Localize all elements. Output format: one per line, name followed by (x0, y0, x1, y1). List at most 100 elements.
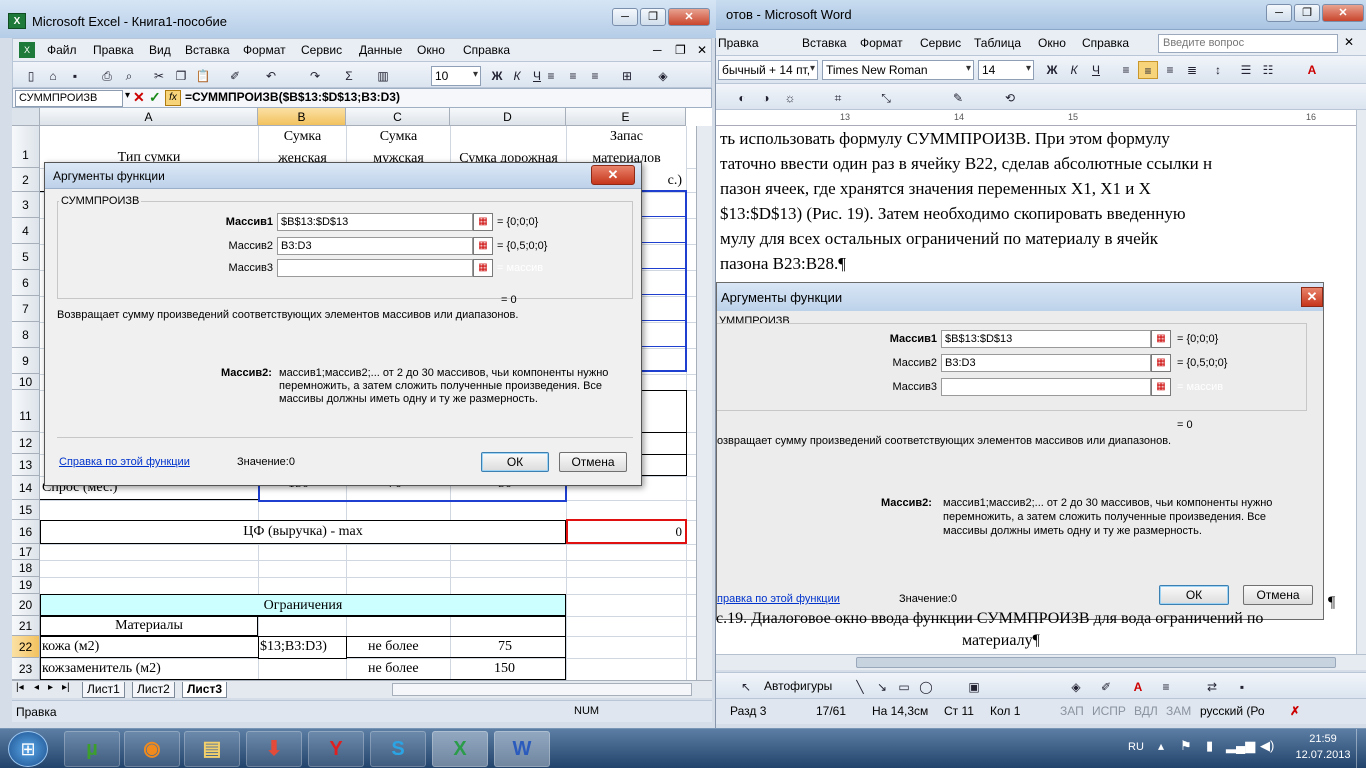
row23-a[interactable]: кожзаменитель (м2) (42, 661, 161, 677)
last-sheet-icon[interactable]: ▸| (62, 682, 70, 693)
text-color-icon[interactable]: A (1128, 678, 1148, 696)
excel-menu-help[interactable]: Справка (463, 43, 510, 57)
font-size-combo[interactable]: 10 (431, 66, 481, 86)
status-track[interactable]: ИСПР (1092, 704, 1126, 718)
row-header[interactable]: 16 (12, 520, 40, 544)
cancel-button[interactable]: Отмена (559, 452, 627, 472)
underline-icon[interactable]: Ч (1086, 61, 1106, 79)
constraints-header[interactable]: Ограничения (40, 594, 566, 616)
excel-menu-file[interactable]: Файл (47, 43, 77, 57)
skype-icon[interactable]: S (370, 731, 426, 767)
row22-d[interactable]: 75 (498, 639, 512, 655)
ask-question-input[interactable]: Введите вопрос (1158, 34, 1338, 53)
justify-icon[interactable]: ≣ (1182, 61, 1202, 79)
sheet-tab-3[interactable]: Лист3 (182, 682, 228, 698)
collapse-dialog-icon[interactable]: ▦ (473, 237, 493, 255)
word-menu-tools[interactable]: Сервис (920, 36, 961, 50)
row16-label-cell[interactable]: ЦФ (выручка) - max (40, 520, 566, 544)
clock-date[interactable]: 12.07.2013 (1292, 749, 1354, 761)
row23-d[interactable]: 150 (494, 661, 515, 677)
chart-icon[interactable]: ▥ (373, 67, 393, 85)
oval-icon[interactable]: ◑ (756, 89, 776, 107)
save-icon[interactable]: ▪ (65, 67, 85, 85)
arg2-input[interactable]: B3:D3 (277, 237, 473, 255)
excel-menu-view[interactable]: Вид (149, 43, 171, 57)
line-spacing-icon[interactable]: ↕ (1208, 61, 1228, 79)
minimize-icon[interactable]: ─ (612, 8, 638, 26)
row-header[interactable]: 23 (12, 658, 40, 680)
first-sheet-icon[interactable]: |◂ (16, 682, 24, 693)
yandex-icon[interactable]: Y (308, 731, 364, 767)
arrow-icon[interactable]: ↘ (872, 678, 892, 696)
column-header-b[interactable]: B (258, 108, 346, 126)
pencil-icon[interactable]: ✎ (948, 89, 968, 107)
font-combo[interactable]: Times New Roman (822, 60, 974, 80)
status-rec[interactable]: ЗАП (1060, 704, 1084, 718)
row-header[interactable]: 15 (12, 500, 40, 520)
utorrent-icon[interactable]: µ (64, 731, 120, 767)
excel-menu-data[interactable]: Данные (359, 43, 402, 57)
collapse-dialog-icon[interactable]: ▦ (473, 213, 493, 231)
grid-vscroll[interactable] (696, 126, 712, 680)
align-center-icon[interactable]: ≡ (1138, 61, 1158, 79)
namebox-dropdown-icon[interactable]: ▾ (125, 90, 130, 101)
bold-icon[interactable]: Ж (487, 67, 507, 85)
excel-menu-insert[interactable]: Вставка (185, 43, 230, 57)
document-page[interactable]: ть использовать формулу СУММПРОИЗВ. При … (716, 126, 1356, 654)
function-help-link[interactable]: Справка по этой функции (59, 456, 190, 468)
minimize-icon[interactable]: ─ (1266, 4, 1292, 22)
row-header[interactable]: 8 (12, 322, 40, 348)
workbook-icon[interactable]: X (19, 42, 35, 58)
resize-icon[interactable]: ⤡ (876, 89, 896, 107)
row22-a[interactable]: кожа (м2) (42, 639, 99, 655)
close-icon[interactable]: ✕ (668, 8, 710, 26)
word-taskbar-icon[interactable]: W (494, 731, 550, 767)
redo-icon[interactable]: ↷ (305, 67, 325, 85)
embedded-dialog-image[interactable]: Аргументы функции ✕ УММПРОИЗВ Массив1 $B… (716, 282, 1324, 620)
tray-expand-icon[interactable]: ▴ (1158, 739, 1164, 753)
doc-close-icon[interactable]: ✕ (697, 43, 707, 57)
align-left-icon[interactable]: ≡ (541, 67, 561, 85)
bold-icon[interactable]: Ж (1042, 61, 1062, 79)
fill-color-icon[interactable]: ◈ (653, 67, 673, 85)
shape-icon[interactable]: ◐ (732, 89, 752, 107)
new-icon[interactable]: ▯ (21, 67, 41, 85)
row-header[interactable]: 7 (12, 296, 40, 322)
next-sheet-icon[interactable]: ▸ (48, 682, 53, 693)
word-menu-help[interactable]: Справка (1082, 36, 1129, 50)
arg1-input[interactable]: $B$13:$D$13 (277, 213, 473, 231)
network-icon[interactable]: ▂▄▆ (1226, 738, 1255, 754)
line-style-icon[interactable]: ≡ (1156, 678, 1176, 696)
row-header[interactable]: 4 (12, 218, 40, 244)
shadow-icon[interactable]: ▪ (1232, 678, 1252, 696)
undo-icon[interactable]: ↶ (261, 67, 281, 85)
dialog-close-icon[interactable]: ✕ (591, 165, 635, 185)
row-header[interactable]: 11 (12, 390, 40, 432)
row-header[interactable]: 12 (12, 432, 40, 454)
download-icon[interactable]: ⬇ (246, 731, 302, 767)
word-menu-window[interactable]: Окно (1038, 36, 1066, 50)
row-header[interactable]: 17 (12, 544, 40, 560)
reset-picture-icon[interactable]: ⟲ (1000, 89, 1020, 107)
bullets-icon[interactable]: ☷ (1258, 61, 1278, 79)
doc-restore-icon[interactable]: ❐ (675, 43, 686, 57)
column-header-d[interactable]: D (450, 108, 566, 126)
copy-icon[interactable]: ❐ (171, 67, 191, 85)
row-header[interactable]: 21 (12, 616, 40, 636)
autoshapes-menu[interactable]: Автофигуры (764, 679, 832, 693)
arrow-style-icon[interactable]: ⇄ (1202, 678, 1222, 696)
paste-icon[interactable]: 📋 (193, 67, 213, 85)
column-header-e[interactable]: E (566, 108, 686, 126)
column-header-c[interactable]: C (346, 108, 450, 126)
line-color-icon[interactable]: ✐ (1096, 678, 1116, 696)
battery-icon[interactable]: ▮ (1206, 738, 1213, 754)
rectangle-icon[interactable]: ▭ (894, 678, 914, 696)
italic-icon[interactable]: К (1064, 61, 1084, 79)
line-icon[interactable]: ╲ (850, 678, 870, 696)
start-button[interactable]: ⊞ (8, 731, 48, 767)
row-header[interactable]: 5 (12, 244, 40, 270)
size-combo[interactable]: 14 (978, 60, 1034, 80)
align-center-icon[interactable]: ≡ (563, 67, 583, 85)
insert-function-icon[interactable]: fx (165, 90, 181, 106)
select-objects-icon[interactable]: ↖ (736, 678, 756, 696)
